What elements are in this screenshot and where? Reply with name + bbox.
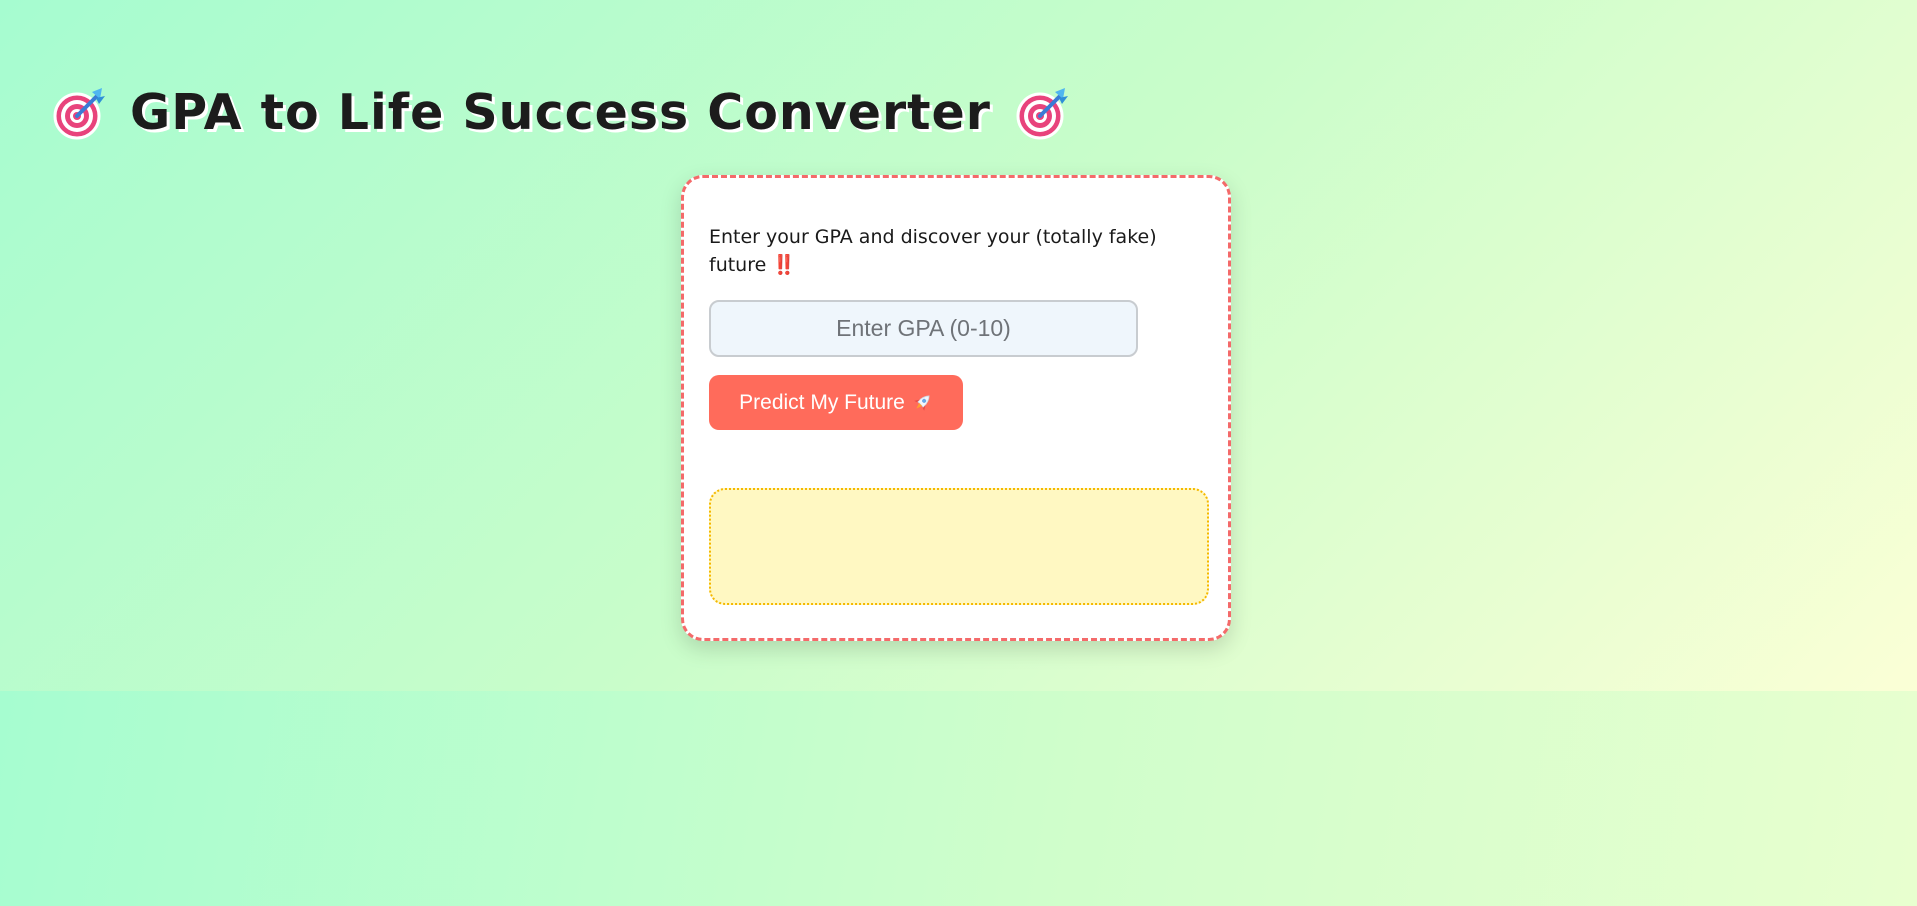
page-title: GPA to Life Success Converter [52,84,1069,141]
rocket-icon [911,392,933,414]
predict-button-label: Predict My Future [739,390,905,414]
result-box [709,488,1209,605]
lower-background [0,691,1917,906]
converter-card: Enter your GPA and discover your (totall… [681,175,1231,641]
target-icon [1015,86,1069,140]
page-title-text: GPA to Life Success Converter [130,84,991,141]
intro-text: Enter your GPA and discover your (totall… [709,226,1157,276]
target-icon [52,86,106,140]
gpa-input[interactable] [709,300,1138,357]
predict-button[interactable]: Predict My Future [709,375,963,430]
